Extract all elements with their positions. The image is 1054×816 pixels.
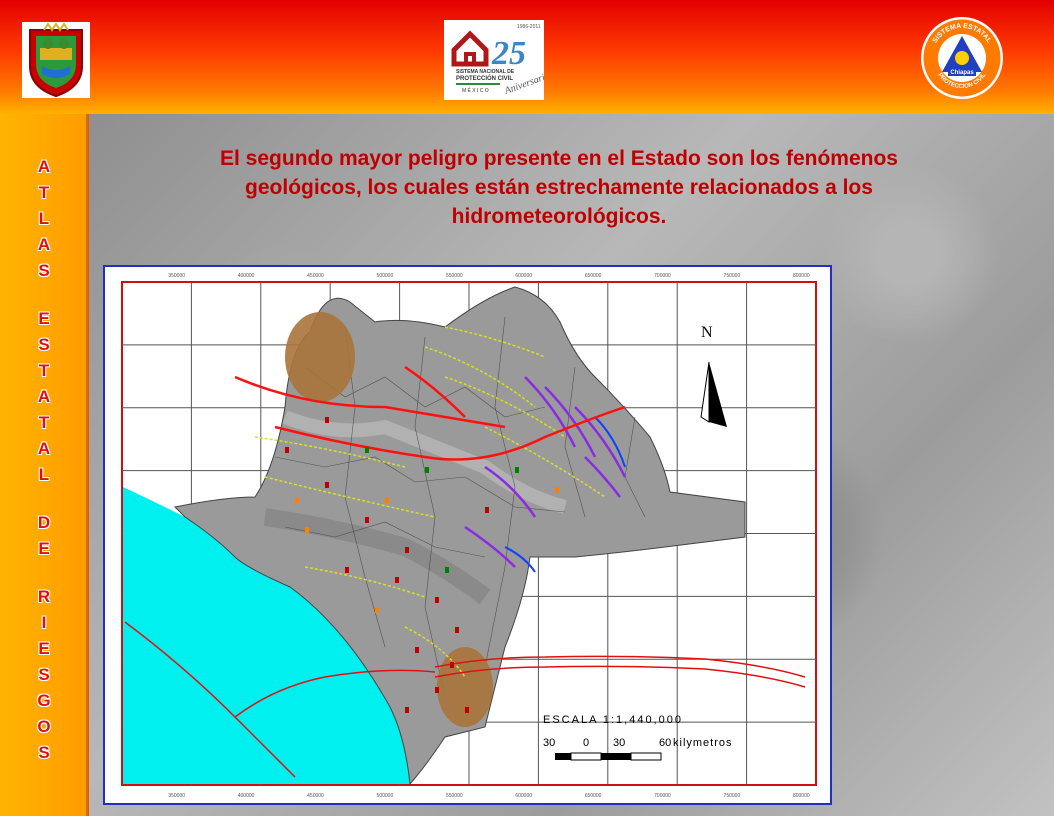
instability-marker [285,447,289,453]
sidebar-letter: E [38,309,50,328]
grid-label-bottom: 800000 [793,793,810,799]
sidebar-letter: A [37,235,51,254]
grid-label-bottom: 600000 [515,793,532,799]
instability-marker [365,517,369,523]
grid-label-top: 600000 [515,273,532,279]
coat-of-arms-icon [29,22,83,98]
instability-marker [450,662,454,668]
scale-tick-label: 30 [543,737,555,749]
instability-marker [415,647,419,653]
hundimiento-zone-south [437,647,493,727]
grid-label-top: 400000 [238,273,255,279]
grid-label-top: 500000 [377,273,394,279]
sidebar-letter: S [38,665,50,684]
sidebar-letter: O [37,717,51,736]
instability-marker [515,467,519,473]
sidebar-letter: A [37,439,51,458]
map-frame: 350000 400000 450000 500000 550000 600000 6500… [103,265,987,805]
grid-label-bottom: 750000 [724,793,741,799]
grid-label-top: 700000 [654,273,671,279]
chiapas-coat-of-arms-logo [22,22,90,98]
instability-marker [375,607,379,613]
sidebar-letter: L [38,209,50,228]
logo-year-text: 1986-2011 [517,24,541,30]
sidebar-letter: S [38,743,50,762]
grid-label-bottom: 650000 [585,793,602,799]
instability-marker [345,567,349,573]
grid-label-bottom: 350000 [168,793,185,799]
grid-label-bottom: 400000 [238,793,255,799]
sinaproc-25-logo: 25 1986-2011 SISTEMA NACIONAL DE PROTECC… [444,20,551,100]
header-banner: 25 1986-2011 SISTEMA NACIONAL DE PROTECC… [0,0,1054,114]
sidebar-letter: T [38,413,50,432]
grid-label-bottom: 500000 [377,793,394,799]
north-label: N [701,324,713,341]
sidebar-letter: G [37,691,51,710]
instability-marker [485,507,489,513]
instability-marker [305,527,309,533]
sidebar-letter: L [38,465,50,484]
grid-label-top: 550000 [446,273,463,279]
instability-marker [385,497,389,503]
grid-label-bottom: 550000 [446,793,463,799]
sinaproc-house-icon: 25 1986-2011 SISTEMA NACIONAL DE PROTECC… [451,24,551,97]
sidebar-letter: I [41,613,47,632]
instability-marker [555,487,559,493]
grid-label-bottom: 700000 [654,793,671,799]
sidebar-letter: S [38,261,50,280]
instability-marker [295,497,299,503]
sidebar-letter: S [38,335,50,354]
main-panel: El segundo mayor peligro presente en el … [89,114,1054,816]
sidebar-letter: T [38,361,50,380]
geologic-risk-map: 350000 400000 450000 500000 550000 600000 6500… [121,273,987,799]
svg-text:SISTEMA NACIONAL DE: SISTEMA NACIONAL DE [456,69,515,75]
instability-marker [365,447,369,453]
sidebar-letter: D [37,513,51,532]
grid-label-top: 450000 [307,273,324,279]
scale-unit: kilymetros [673,737,733,749]
instability-marker [405,707,409,713]
instability-marker [465,707,469,713]
sidebar-letter: A [37,157,51,176]
proteccion-civil-chiapas-seal-logo: Chiapas SISTEMA ESTATAL PROTECCION CIVIL [920,16,1004,100]
instability-marker [445,567,449,573]
instability-marker [405,547,409,553]
instability-marker [395,577,399,583]
instability-marker [325,417,329,423]
grid-label-top: 800000 [793,273,810,279]
sidebar-vertical-title: ATLASESTATALDERIESGOS [0,154,88,766]
instability-marker [435,687,439,693]
hundimiento-zone-north [285,312,355,402]
sidebar: ATLASESTATALDERIESGOS [0,114,88,816]
instability-marker [425,467,429,473]
instability-marker [455,627,459,633]
sidebar-letter: E [38,539,50,558]
grid-label-top: 650000 [585,273,602,279]
page-title: El segundo mayor peligro presente en el … [220,147,898,228]
instability-marker [325,482,329,488]
svg-text:PROTECCIÓN CIVIL: PROTECCIÓN CIVIL [456,74,513,82]
scale-text: ESCALA 1:1,440,000 [543,714,683,726]
svg-text:M É X I C O: M É X I C O [462,87,489,94]
instability-marker [435,597,439,603]
svg-text:Chiapas: Chiapas [950,70,974,76]
scale-tick-label: 60 [659,737,671,749]
civil-protection-seal-icon: Chiapas SISTEMA ESTATAL PROTECCION CIVIL [921,17,1003,99]
grid-label-bottom: 450000 [307,793,324,799]
grid-label-top: 750000 [724,273,741,279]
sidebar-letter: A [37,387,51,406]
sidebar-letter: E [38,639,50,658]
svg-text:25: 25 [491,35,526,72]
sidebar-letter: R [37,587,51,606]
sidebar-letter: T [38,183,50,202]
grid-label-top: 350000 [168,273,185,279]
scale-tick-label: 0 [583,737,589,749]
scale-tick-label: 30 [613,737,625,749]
